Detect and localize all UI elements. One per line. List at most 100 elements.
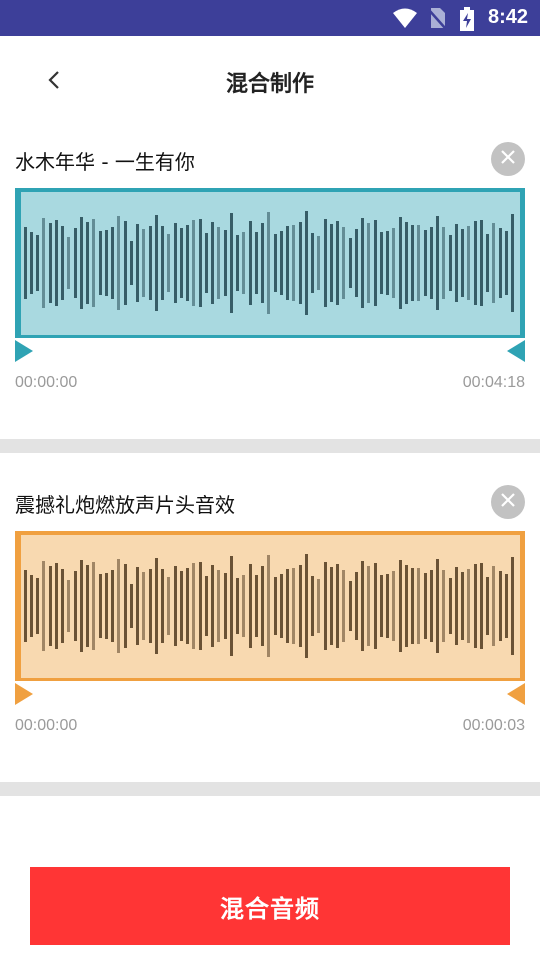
waveform-bar — [280, 231, 283, 295]
battery-charging-icon — [459, 7, 475, 35]
waveform-bar — [411, 568, 414, 644]
waveform-bar — [461, 229, 464, 297]
waveform-bar — [349, 238, 352, 288]
waveform-bar — [424, 230, 427, 296]
waveform-bar — [142, 229, 145, 297]
waveform-bar — [242, 575, 245, 637]
waveform-bar — [161, 226, 164, 300]
waveform-bar — [67, 237, 70, 289]
waveform-bar — [411, 225, 414, 301]
waveform-bar — [261, 566, 264, 646]
waveform-bar — [492, 566, 495, 646]
status-time: 8:42 — [487, 6, 528, 28]
waveform-bar — [392, 228, 395, 298]
waveform-bar — [274, 577, 277, 635]
waveform-bar — [174, 566, 177, 646]
waveform-bar — [236, 578, 239, 634]
waveform-bar — [261, 223, 264, 303]
waveform-bar — [224, 230, 227, 296]
track-title: 震撼礼炮燃放声片头音效 — [15, 493, 235, 517]
waveform-bar — [124, 564, 127, 648]
waveform-bar — [455, 224, 458, 302]
waveform-bar — [499, 228, 502, 298]
waveform-bar — [199, 219, 202, 307]
waveform-bar — [30, 232, 33, 294]
waveform-bar — [205, 576, 208, 636]
waveform-bar — [480, 563, 483, 649]
waveform-bar — [405, 222, 408, 304]
waveform-bar — [380, 575, 383, 637]
waveform[interactable] — [15, 188, 525, 338]
waveform-bar — [255, 575, 258, 637]
start-time-label: 00:00:00 — [15, 717, 78, 734]
waveform-bar — [192, 563, 195, 649]
remove-track-button[interactable] — [491, 142, 525, 176]
waveform-bar — [99, 574, 102, 638]
waveform-bar — [67, 580, 70, 632]
page-title: 混合制作 — [225, 72, 314, 97]
waveform-bar — [292, 225, 295, 301]
waveform-bar — [180, 571, 183, 641]
mix-audio-button[interactable]: 混合音频 — [30, 867, 510, 945]
waveform-bar — [386, 574, 389, 638]
waveform-bar — [192, 220, 195, 306]
waveform-bar — [211, 565, 214, 647]
waveform-bar — [342, 227, 345, 299]
waveform-bar — [324, 219, 327, 307]
waveform-bar — [461, 572, 464, 640]
waveform-bar — [336, 564, 339, 648]
waveform-bar — [336, 221, 339, 305]
waveform-bar — [61, 226, 64, 300]
waveform-bar — [367, 223, 370, 303]
waveform-bar — [211, 222, 214, 304]
waveform-bar — [342, 570, 345, 642]
waveform-bar — [86, 222, 89, 304]
waveform-bar — [24, 227, 27, 299]
waveform-bar — [455, 567, 458, 645]
waveform-bar — [86, 565, 89, 647]
waveform-bar — [30, 575, 33, 637]
remove-track-button[interactable] — [491, 485, 525, 519]
waveform-bar — [305, 211, 308, 315]
waveform-bar — [230, 213, 233, 313]
waveform-bar — [305, 554, 308, 658]
waveform-bar — [374, 563, 377, 649]
waveform-bar — [511, 557, 514, 655]
waveform-bar — [136, 567, 139, 645]
waveform-bar — [49, 566, 52, 646]
waveform[interactable] — [15, 531, 525, 681]
waveform-bar — [267, 212, 270, 314]
waveform-bar — [380, 232, 383, 294]
waveform-bar — [274, 234, 277, 292]
waveform-bar — [311, 576, 314, 636]
waveform-bar — [374, 220, 377, 306]
trim-start-handle[interactable] — [15, 683, 33, 705]
waveform-bar — [505, 231, 508, 295]
waveform-bar — [117, 559, 120, 653]
no-sim-icon — [428, 7, 446, 33]
trim-end-handle[interactable] — [507, 340, 525, 362]
waveform-bar — [317, 579, 320, 633]
waveform-bar — [361, 218, 364, 308]
waveform-bar — [105, 573, 108, 639]
waveform-bar — [55, 220, 58, 306]
waveform-bar — [386, 231, 389, 295]
waveform-bar — [474, 564, 477, 648]
waveform-bar — [349, 581, 352, 631]
waveform-bar — [224, 573, 227, 639]
waveform-bar — [361, 561, 364, 651]
waveform-bar — [405, 565, 408, 647]
waveform-bar — [155, 558, 158, 654]
trim-start-handle[interactable] — [15, 340, 33, 362]
waveform-bar — [311, 233, 314, 293]
status-bar: 8:42 — [0, 0, 540, 36]
waveform-graphic — [15, 188, 525, 338]
waveform-bar — [267, 555, 270, 657]
waveform-bar — [36, 235, 39, 291]
waveform-bar — [436, 216, 439, 310]
track-title: 水木年华 - 一生有你 — [15, 150, 195, 174]
waveform-bar — [124, 221, 127, 305]
trim-end-handle[interactable] — [507, 683, 525, 705]
waveform-bar — [442, 227, 445, 299]
waveform-bar — [199, 562, 202, 650]
